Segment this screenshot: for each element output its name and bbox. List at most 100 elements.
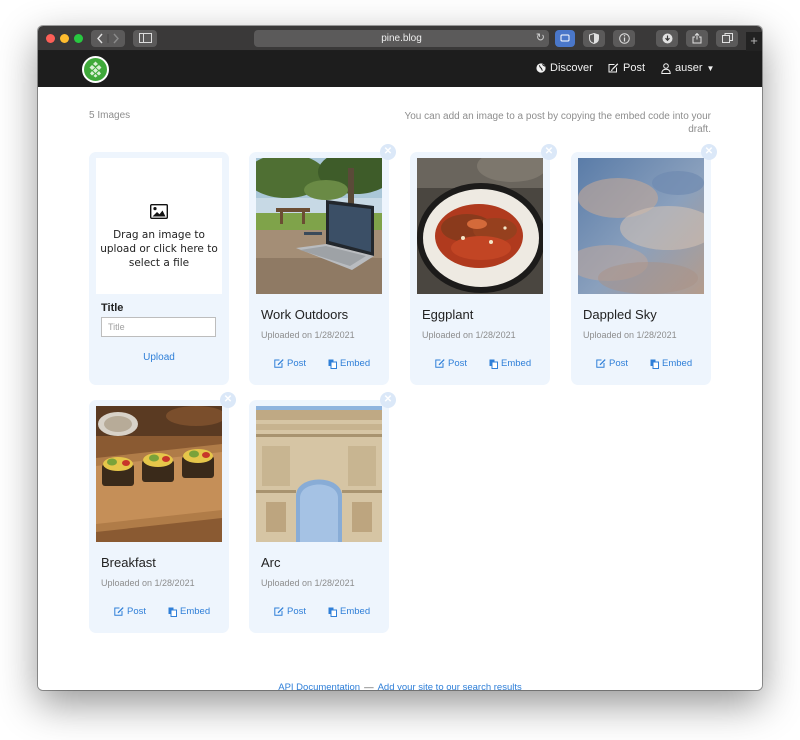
share-icon [692, 33, 702, 44]
back-forward-buttons[interactable] [91, 30, 125, 47]
post-label: Post [448, 358, 468, 369]
image-thumbnail[interactable] [96, 406, 222, 542]
copy-icon [328, 607, 337, 617]
tab-overview-button[interactable] [716, 30, 738, 47]
image-icon [150, 204, 168, 219]
discover-link[interactable]: Discover [536, 62, 593, 74]
image-card: Work Outdoors Uploaded on 1/28/2021 Post… [249, 152, 389, 385]
image-card: Breakfast Uploaded on 1/28/2021 Post Emb… [89, 400, 229, 633]
upload-dropzone[interactable]: Drag an image to upload or click here to… [96, 158, 222, 294]
image-thumbnail[interactable] [578, 158, 704, 294]
footer-separator: — [364, 682, 374, 690]
embed-label: Embed [340, 606, 371, 617]
password-extension-button[interactable] [555, 30, 575, 47]
upload-card: Drag an image to upload or click here to… [89, 152, 229, 385]
page-footer: API Documentation — Add your site to our s… [38, 682, 762, 690]
image-title: Arc [261, 555, 281, 570]
post-label: Post [623, 62, 646, 74]
api-docs-link[interactable]: API Documentation [278, 682, 360, 690]
shield-icon [589, 33, 599, 44]
embed-image-link[interactable]: Embed [328, 358, 370, 369]
title-input[interactable] [101, 317, 216, 337]
image-thumbnail[interactable] [256, 158, 382, 294]
embed-image-link[interactable]: Embed [168, 606, 210, 617]
upload-date: Uploaded on 1/28/2021 [261, 578, 355, 588]
downloads-button[interactable] [656, 30, 678, 47]
breakfast-photo [96, 406, 222, 542]
post-image-link[interactable]: Post [274, 358, 306, 369]
user-menu[interactable]: auser ▼ [661, 62, 714, 74]
privacy-extension-button[interactable] [583, 30, 605, 47]
add-site-link[interactable]: Add your site to our search results [378, 682, 522, 690]
reload-icon[interactable]: ↻ [536, 30, 545, 47]
upload-date: Uploaded on 1/28/2021 [583, 330, 677, 340]
upload-date: Uploaded on 1/28/2021 [261, 330, 355, 340]
upload-button[interactable]: Upload [89, 352, 229, 363]
new-tab-button[interactable]: + [746, 32, 762, 51]
image-title: Breakfast [101, 555, 156, 570]
sidebar-toggle-button[interactable] [133, 30, 157, 47]
copy-icon [650, 359, 659, 369]
remove-image-button[interactable]: ✕ [701, 144, 717, 160]
embed-label: Embed [180, 606, 211, 617]
embed-image-link[interactable]: Embed [650, 358, 692, 369]
address-text: pine.blog [381, 33, 422, 44]
chevron-left-right-icon [97, 33, 119, 44]
eggplant-photo [417, 158, 543, 294]
globe-icon [536, 63, 546, 73]
download-icon [662, 33, 672, 44]
user-icon [661, 62, 671, 74]
edit-icon [274, 359, 284, 368]
post-label: Post [127, 606, 147, 617]
caret-down-icon: ▼ [706, 63, 715, 73]
address-bar[interactable]: pine.blog ↻ [254, 30, 549, 47]
remove-image-button[interactable]: ✕ [380, 392, 396, 408]
tabs-icon [721, 33, 733, 43]
image-card: Arc Uploaded on 1/28/2021 Post Embed [249, 400, 389, 633]
edit-icon [596, 359, 606, 368]
new-post-link[interactable]: Post [608, 62, 645, 74]
post-image-link[interactable]: Post [274, 606, 306, 617]
close-window-button[interactable] [46, 34, 55, 43]
browser-toolbar: pine.blog ↻ + [38, 26, 762, 51]
info-icon [618, 33, 630, 44]
image-title: Eggplant [422, 307, 474, 322]
dropzone-text: Drag an image to upload or click here to… [100, 229, 218, 269]
image-count: 5 Images [89, 110, 131, 121]
zoom-window-button[interactable] [74, 34, 83, 43]
work-outdoors-photo [256, 158, 382, 294]
title-label: Title [101, 302, 124, 314]
post-image-link[interactable]: Post [596, 358, 628, 369]
image-thumbnail[interactable] [417, 158, 543, 294]
edit-icon [435, 359, 445, 368]
key-icon [560, 34, 570, 42]
images-page: 5 Images You can add an image to a post … [38, 87, 762, 690]
image-card: Eggplant Uploaded on 1/28/2021 Post Embe… [410, 152, 550, 385]
embed-label: Embed [340, 358, 371, 369]
post-label: Post [287, 358, 307, 369]
embed-image-link[interactable]: Embed [328, 606, 370, 617]
embed-label: Embed [662, 358, 693, 369]
image-title: Dappled Sky [583, 307, 657, 322]
discover-label: Discover [550, 62, 593, 74]
remove-image-button[interactable]: ✕ [220, 392, 236, 408]
image-thumbnail[interactable] [256, 406, 382, 542]
dappled-sky-photo [578, 158, 704, 294]
image-card: Dappled Sky Uploaded on 1/28/2021 Post E… [571, 152, 711, 385]
post-image-link[interactable]: Post [114, 606, 146, 617]
info-extension-button[interactable] [613, 30, 635, 47]
share-button[interactable] [686, 30, 708, 47]
embed-image-link[interactable]: Embed [489, 358, 531, 369]
pine-logo[interactable] [82, 56, 109, 83]
remove-image-button[interactable]: ✕ [541, 144, 557, 160]
minimize-window-button[interactable] [60, 34, 69, 43]
site-navbar: Discover Post auser ▼ [38, 51, 762, 87]
pinecone-icon [89, 61, 102, 78]
post-image-link[interactable]: Post [435, 358, 467, 369]
upload-date: Uploaded on 1/28/2021 [101, 578, 195, 588]
post-label: Post [609, 358, 629, 369]
post-label: Post [287, 606, 307, 617]
remove-image-button[interactable]: ✕ [380, 144, 396, 160]
copy-icon [168, 607, 177, 617]
arc-photo [256, 406, 382, 542]
